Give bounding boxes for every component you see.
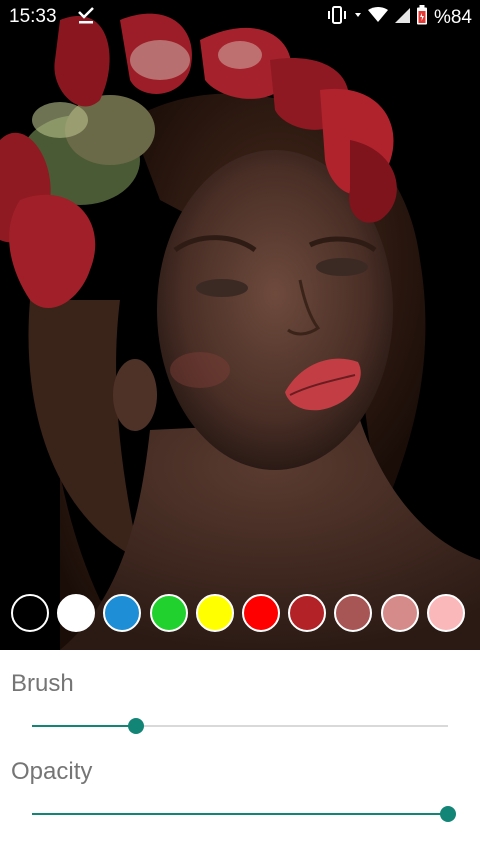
- swatch-blue[interactable]: [103, 594, 142, 632]
- swatch-dark-red[interactable]: [288, 594, 327, 632]
- swatch-red[interactable]: [242, 594, 280, 632]
- opacity-label: Opacity: [11, 758, 93, 785]
- opacity-slider[interactable]: [32, 804, 456, 824]
- data-arrows-icon: [354, 7, 362, 29]
- slider-thumb[interactable]: [440, 806, 456, 822]
- download-done-icon: [77, 5, 95, 25]
- swatch-light-pink[interactable]: [426, 594, 465, 632]
- status-bar: 15:33 %84: [0, 0, 480, 32]
- status-time: 15:33: [9, 6, 57, 27]
- status-icons: %84: [326, 5, 472, 31]
- wifi-icon: [367, 7, 388, 29]
- vibrate-icon: [326, 6, 348, 30]
- color-palette: [11, 594, 471, 634]
- photo-canvas[interactable]: [0, 0, 480, 650]
- swatch-rose-brown[interactable]: [334, 594, 373, 632]
- swatch-yellow[interactable]: [195, 594, 234, 632]
- swatch-green[interactable]: [149, 594, 188, 632]
- slider-fill: [32, 725, 136, 727]
- battery-percent: %84: [433, 7, 472, 28]
- slider-thumb[interactable]: [128, 718, 144, 734]
- swatch-white[interactable]: [57, 594, 96, 632]
- controls-panel: Brush Opacity: [0, 650, 480, 853]
- signal-icon: [394, 7, 410, 29]
- swatch-black[interactable]: [11, 594, 49, 632]
- slider-fill: [32, 813, 448, 815]
- portrait-photo: [0, 0, 480, 650]
- battery-icon: [416, 5, 428, 31]
- brush-size-slider[interactable]: [32, 716, 448, 736]
- brush-label: Brush: [11, 670, 74, 697]
- swatch-dusty-pink[interactable]: [380, 594, 419, 632]
